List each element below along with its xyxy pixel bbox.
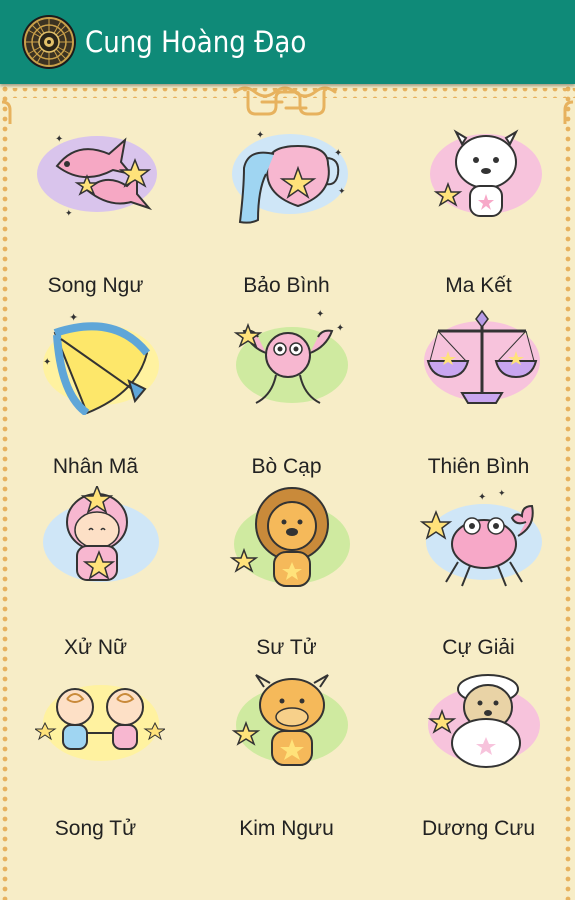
svg-text:✦: ✦ xyxy=(316,309,324,320)
pisces-fish-icon: ✦✦ xyxy=(37,134,157,218)
sign-item-cu-giai[interactable]: ✦ ✦ Cự Giải xyxy=(383,486,574,667)
svg-text:✦: ✦ xyxy=(498,488,506,498)
sign-item-ma-ket[interactable]: Ma Kết xyxy=(383,124,574,305)
svg-text:✦: ✦ xyxy=(65,208,73,218)
sign-label: Bảo Bình xyxy=(243,274,330,297)
aries-sheep-icon xyxy=(427,674,540,768)
app-title: Cung Hoàng Đạo xyxy=(85,25,307,59)
sign-label: Song Tử xyxy=(54,817,137,840)
leo-lion-icon xyxy=(229,487,350,587)
sign-label: Thiên Bình xyxy=(427,455,530,478)
svg-text:✦: ✦ xyxy=(55,134,63,145)
zodiac-wheel-icon[interactable] xyxy=(21,14,77,70)
sign-label: Song Ngư xyxy=(47,274,144,297)
gemini-twins-icon xyxy=(35,685,165,761)
sign-item-song-tu[interactable]: Song Tử xyxy=(0,667,191,848)
svg-text:✦: ✦ xyxy=(336,323,344,334)
sagittarius-bow-icon: ✦✦ xyxy=(43,312,159,415)
sign-item-song-ngu[interactable]: ✦ ✦ Song Ngư xyxy=(0,124,191,305)
sign-item-xu-nu[interactable]: Xử Nữ xyxy=(0,486,191,667)
cancer-crab-icon: ✦ ✦ xyxy=(419,488,542,587)
sign-item-thien-binh[interactable]: Thiên Bình xyxy=(383,305,574,486)
capricorn-goat-icon xyxy=(430,129,542,217)
svg-text:✦: ✦ xyxy=(256,130,264,141)
sign-label: Ma Kết xyxy=(445,274,512,297)
svg-text:✦: ✦ xyxy=(43,357,51,368)
sign-item-kim-nguu[interactable]: Kim Ngưu xyxy=(191,667,382,848)
svg-text:✦: ✦ xyxy=(69,312,78,324)
sign-item-bao-binh[interactable]: ✦ ✦ ✦ Bảo Bình xyxy=(191,124,382,305)
svg-text:✦: ✦ xyxy=(478,492,486,503)
sign-item-bo-cap[interactable]: ✦ ✦ Bò Cạp xyxy=(191,305,382,486)
sign-label: Dương Cưu xyxy=(421,817,536,840)
sign-label: Xử Nữ xyxy=(63,636,128,659)
sign-label: Bò Cạp xyxy=(251,455,322,478)
taurus-bull-icon xyxy=(231,674,348,766)
scorpio-scorpion-icon: ✦✦ xyxy=(233,309,348,404)
ornament-border-top xyxy=(0,86,575,124)
svg-text:✦: ✦ xyxy=(338,186,346,196)
sign-label: Nhân Mã xyxy=(52,455,139,478)
aquarius-jar-icon: ✦ ✦ ✦ xyxy=(232,130,348,224)
sign-item-su-tu[interactable]: Sư Tử xyxy=(191,486,382,667)
sign-label: Sư Tử xyxy=(256,636,317,659)
virgo-girl-icon xyxy=(43,486,159,582)
app-bar: Cung Hoàng Đạo xyxy=(0,0,575,84)
sign-item-duong-cuu[interactable]: Dương Cưu xyxy=(383,667,574,848)
svg-text:✦: ✦ xyxy=(334,148,342,159)
sign-item-nhan-ma[interactable]: ✦ ✦ Nhân Mã xyxy=(0,305,191,486)
sign-label: Cự Giải xyxy=(442,636,515,659)
libra-scales-icon xyxy=(424,309,540,404)
sign-label: Kim Ngưu xyxy=(239,817,334,840)
